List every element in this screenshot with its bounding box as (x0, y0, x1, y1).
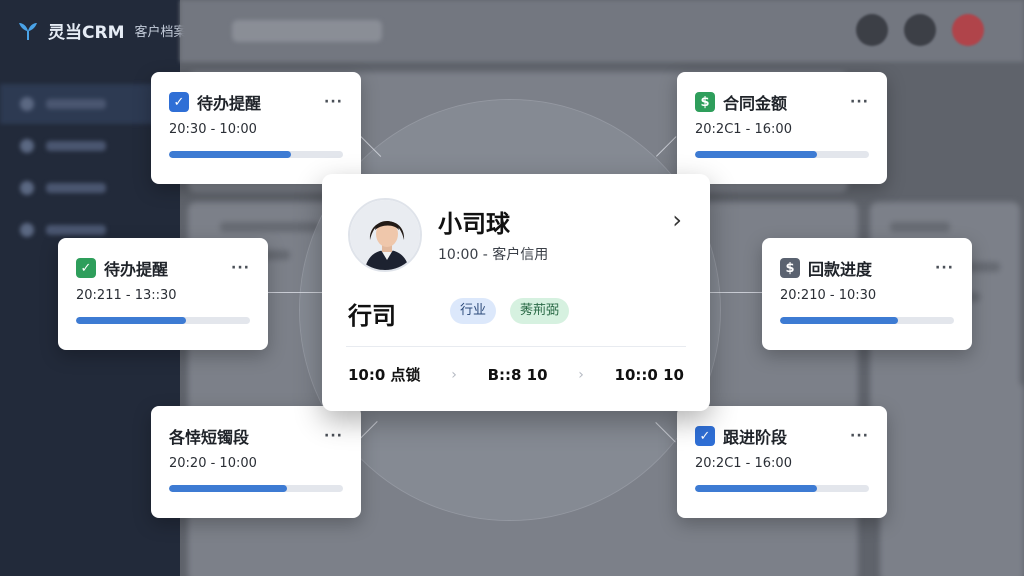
avatar[interactable] (856, 14, 888, 46)
more-icon[interactable]: ··· (850, 428, 869, 444)
progress-fill (695, 485, 817, 492)
customer-profile-card[interactable]: 小司球 10:00 - 客户信用 › 行司 行业 莠荊弼 10:0 点锁 › B… (322, 174, 710, 411)
task-card-time: 20:20 - 10:00 (169, 456, 257, 471)
task-card-time: 20:210 - 10:30 (780, 288, 877, 303)
avatar[interactable] (904, 14, 936, 46)
connector-line (268, 292, 324, 293)
task-card-contract-amount[interactable]: $ 合同金额 ··· 20:2C1 - 16:00 (677, 72, 887, 184)
blurred-search (232, 20, 382, 42)
stat-item: 10::0 10 (614, 365, 684, 384)
task-card-title: 回款进度 (808, 260, 873, 279)
progress-track (695, 151, 869, 158)
avatar-portrait (350, 200, 420, 270)
customer-name: 小司球 (438, 210, 510, 238)
brand-logo-icon (19, 22, 37, 40)
task-card-title: 合同金额 (723, 94, 788, 113)
progress-track (695, 485, 869, 492)
progress-track (780, 317, 954, 324)
customer-company: 行司 (348, 302, 396, 330)
brand-subtitle: 客户档案 (134, 25, 187, 40)
chevron-right-icon[interactable]: › (672, 206, 682, 234)
stat-item: B::8 10 (487, 365, 548, 384)
task-card-time: 20:30 - 10:00 (169, 122, 257, 137)
progress-track (76, 317, 250, 324)
task-card-time: 20:2C1 - 16:00 (695, 122, 792, 137)
task-card-time: 20:211 - 13::30 (76, 288, 177, 303)
more-icon[interactable]: ··· (850, 94, 869, 110)
more-icon[interactable]: ··· (935, 260, 954, 276)
progress-fill (169, 151, 291, 158)
avatar (348, 198, 422, 272)
task-card-title: 待办提醒 (197, 94, 262, 113)
checkbox-checked-icon[interactable]: ✓ (169, 92, 189, 112)
dollar-icon: $ (780, 258, 800, 278)
progress-fill (76, 317, 186, 324)
task-card-payment-progress[interactable]: $ 回款进度 ··· 20:210 - 10:30 (762, 238, 972, 350)
connector-line (710, 292, 762, 293)
task-card-title: 各悻短镯段 (169, 428, 250, 447)
tag-industry: 行业 (450, 298, 497, 324)
progress-fill (169, 485, 288, 492)
tag-secondary: 莠荊弼 (510, 298, 570, 324)
dollar-icon: $ (695, 92, 715, 112)
checkbox-checked-icon[interactable]: ✓ (76, 258, 96, 278)
progress-fill (780, 317, 899, 324)
checkbox-checked-icon[interactable]: ✓ (695, 426, 715, 446)
more-icon[interactable]: ··· (324, 94, 343, 110)
customer-subtitle: 10:00 - 客户信用 (438, 247, 549, 263)
brand: 灵当CRM 客户档案 (16, 18, 187, 43)
task-card-stage-left[interactable]: 各悻短镯段 ··· 20:20 - 10:00 (151, 406, 361, 518)
chevron-right-icon: › (451, 366, 457, 383)
header-avatars (856, 14, 984, 46)
more-icon[interactable]: ··· (231, 260, 250, 276)
task-card-follow-up-stage[interactable]: ✓ 跟进阶段 ··· 20:2C1 - 16:00 (677, 406, 887, 518)
profile-stats: 10:0 点锁 › B::8 10 › 10::0 10 (348, 364, 684, 385)
more-icon[interactable]: ··· (324, 428, 343, 444)
divider (346, 346, 686, 347)
chevron-right-icon: › (578, 366, 584, 383)
progress-track (169, 151, 343, 158)
task-card-title: 待办提醒 (104, 260, 169, 279)
task-card-time: 20:2C1 - 16:00 (695, 456, 792, 471)
task-card-title: 跟进阶段 (723, 428, 788, 447)
progress-track (169, 485, 343, 492)
task-card-reminder-1[interactable]: ✓ 待办提醒 ··· 20:30 - 10:00 (151, 72, 361, 184)
stat-item: 10:0 点锁 (348, 366, 421, 384)
task-card-reminder-2[interactable]: ✓ 待办提醒 ··· 20:211 - 13::30 (58, 238, 268, 350)
avatar[interactable] (952, 14, 984, 46)
brand-name: 灵当CRM (48, 23, 125, 43)
progress-fill (695, 151, 817, 158)
